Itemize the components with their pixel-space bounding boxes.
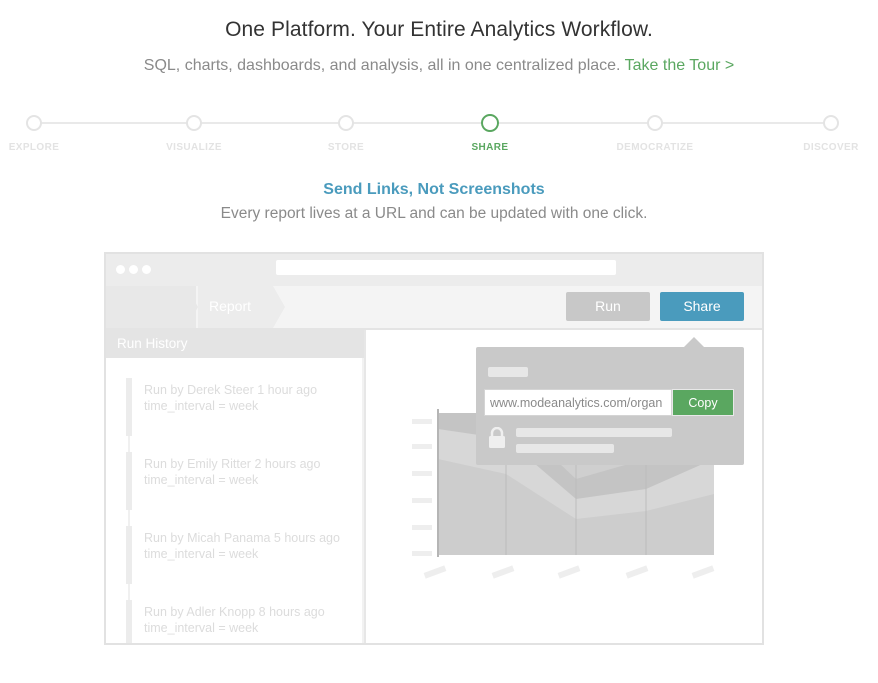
step-explore-label[interactable]: EXPLORE <box>0 142 68 153</box>
run-button[interactable]: Run <box>566 292 650 321</box>
run-item-param: time_interval = week <box>144 399 259 413</box>
run-item-author: Run by Micah Panama 5 hours ago <box>144 531 340 545</box>
run-item-text: Run by Emily Ritter 2 hours ago time_int… <box>144 456 320 488</box>
breadcrumb-label[interactable]: Report <box>209 298 251 314</box>
popover-placeholder-bar <box>516 444 614 453</box>
chart-x-tick <box>491 565 515 579</box>
page-headline: One Platform. Your Entire Analytics Work… <box>225 18 653 41</box>
window-dot-icon <box>129 265 138 274</box>
run-history-item[interactable]: Run by Micah Panama 5 hours ago time_int… <box>126 526 362 584</box>
chart-y-tick <box>412 498 432 503</box>
report-toolbar: Report Run Share <box>106 286 762 330</box>
copy-button[interactable]: Copy <box>672 389 734 416</box>
stepper-line <box>34 122 831 124</box>
run-item-marker <box>126 378 132 436</box>
step-visualize-label[interactable]: VISUALIZE <box>134 142 254 153</box>
window-dot-icon <box>116 265 125 274</box>
run-history-list: Run by Derek Steer 1 hour ago time_inter… <box>106 358 362 643</box>
step-democratize-dot[interactable] <box>647 115 663 131</box>
subheadline-text: SQL, charts, dashboards, and analysis, a… <box>143 57 621 74</box>
run-history-item[interactable]: Run by Adler Knopp 8 hours ago time_inte… <box>126 600 362 643</box>
run-history-header: Run History <box>106 330 364 358</box>
run-item-marker <box>126 600 132 643</box>
share-url-input[interactable] <box>484 389 672 416</box>
chart-x-tick <box>625 565 649 579</box>
chart-x-ticks <box>423 565 715 579</box>
chart-y-tick <box>412 444 432 449</box>
chart-y-tick <box>412 419 432 424</box>
step-discover-dot[interactable] <box>823 115 839 131</box>
run-item-param: time_interval = week <box>144 473 259 487</box>
run-history-sidebar: Run History Run by Derek Steer 1 hour ag… <box>106 330 366 643</box>
chart-x-tick <box>557 565 581 579</box>
run-item-text: Run by Adler Knopp 8 hours ago time_inte… <box>144 604 325 636</box>
breadcrumb-home <box>106 286 196 328</box>
step-visualize-dot[interactable] <box>186 115 202 131</box>
popover-placeholder-bar <box>488 367 528 377</box>
step-share-label[interactable]: SHARE <box>430 142 550 153</box>
run-item-marker <box>126 526 132 584</box>
chart-y-tick <box>412 525 432 530</box>
run-history-item[interactable]: Run by Emily Ritter 2 hours ago time_int… <box>126 452 362 510</box>
run-item-text: Run by Derek Steer 1 hour ago time_inter… <box>144 382 317 414</box>
run-item-param: time_interval = week <box>144 547 259 561</box>
product-mockup-window: Report Run Share Run History Run by Dere… <box>104 252 764 645</box>
run-item-author: Run by Adler Knopp 8 hours ago <box>144 605 325 619</box>
section-title: Send Links, Not Screenshots <box>323 181 545 198</box>
run-item-text: Run by Micah Panama 5 hours ago time_int… <box>144 530 340 562</box>
run-item-author: Run by Emily Ritter 2 hours ago <box>144 457 321 471</box>
run-item-author: Run by Derek Steer 1 hour ago <box>144 383 318 397</box>
chart-y-ticks <box>412 419 432 556</box>
window-dot-icon <box>142 265 151 274</box>
chart-x-tick <box>423 565 447 579</box>
chart-x-tick <box>691 565 715 579</box>
run-history-item[interactable]: Run by Derek Steer 1 hour ago time_inter… <box>126 378 362 436</box>
lock-icon <box>489 427 505 448</box>
run-history-title: Run History <box>117 336 188 351</box>
share-button[interactable]: Share <box>660 292 744 321</box>
step-democratize-label[interactable]: DEMOCRATIZE <box>595 142 715 153</box>
popover-placeholder-bar <box>516 428 672 437</box>
run-item-marker <box>126 452 132 510</box>
window-titlebar <box>106 254 762 286</box>
breadcrumb-arrow <box>273 286 285 328</box>
breadcrumb-arrow <box>186 286 198 328</box>
step-discover-label[interactable]: DISCOVER <box>800 142 862 153</box>
step-store-dot[interactable] <box>338 115 354 131</box>
section-description: Every report lives at a URL and can be u… <box>220 205 648 222</box>
address-bar <box>276 260 616 275</box>
take-the-tour-link[interactable]: Take the Tour > <box>625 57 735 74</box>
chart-y-tick <box>412 471 432 476</box>
share-popover: Copy <box>476 337 744 465</box>
step-explore-dot[interactable] <box>26 115 42 131</box>
popover-arrow <box>684 337 704 347</box>
page-subheadline: SQL, charts, dashboards, and analysis, a… <box>0 57 878 75</box>
step-share-dot[interactable] <box>481 114 499 132</box>
chart-y-tick <box>412 551 432 556</box>
step-store-label[interactable]: STORE <box>286 142 406 153</box>
run-item-param: time_interval = week <box>144 621 259 635</box>
